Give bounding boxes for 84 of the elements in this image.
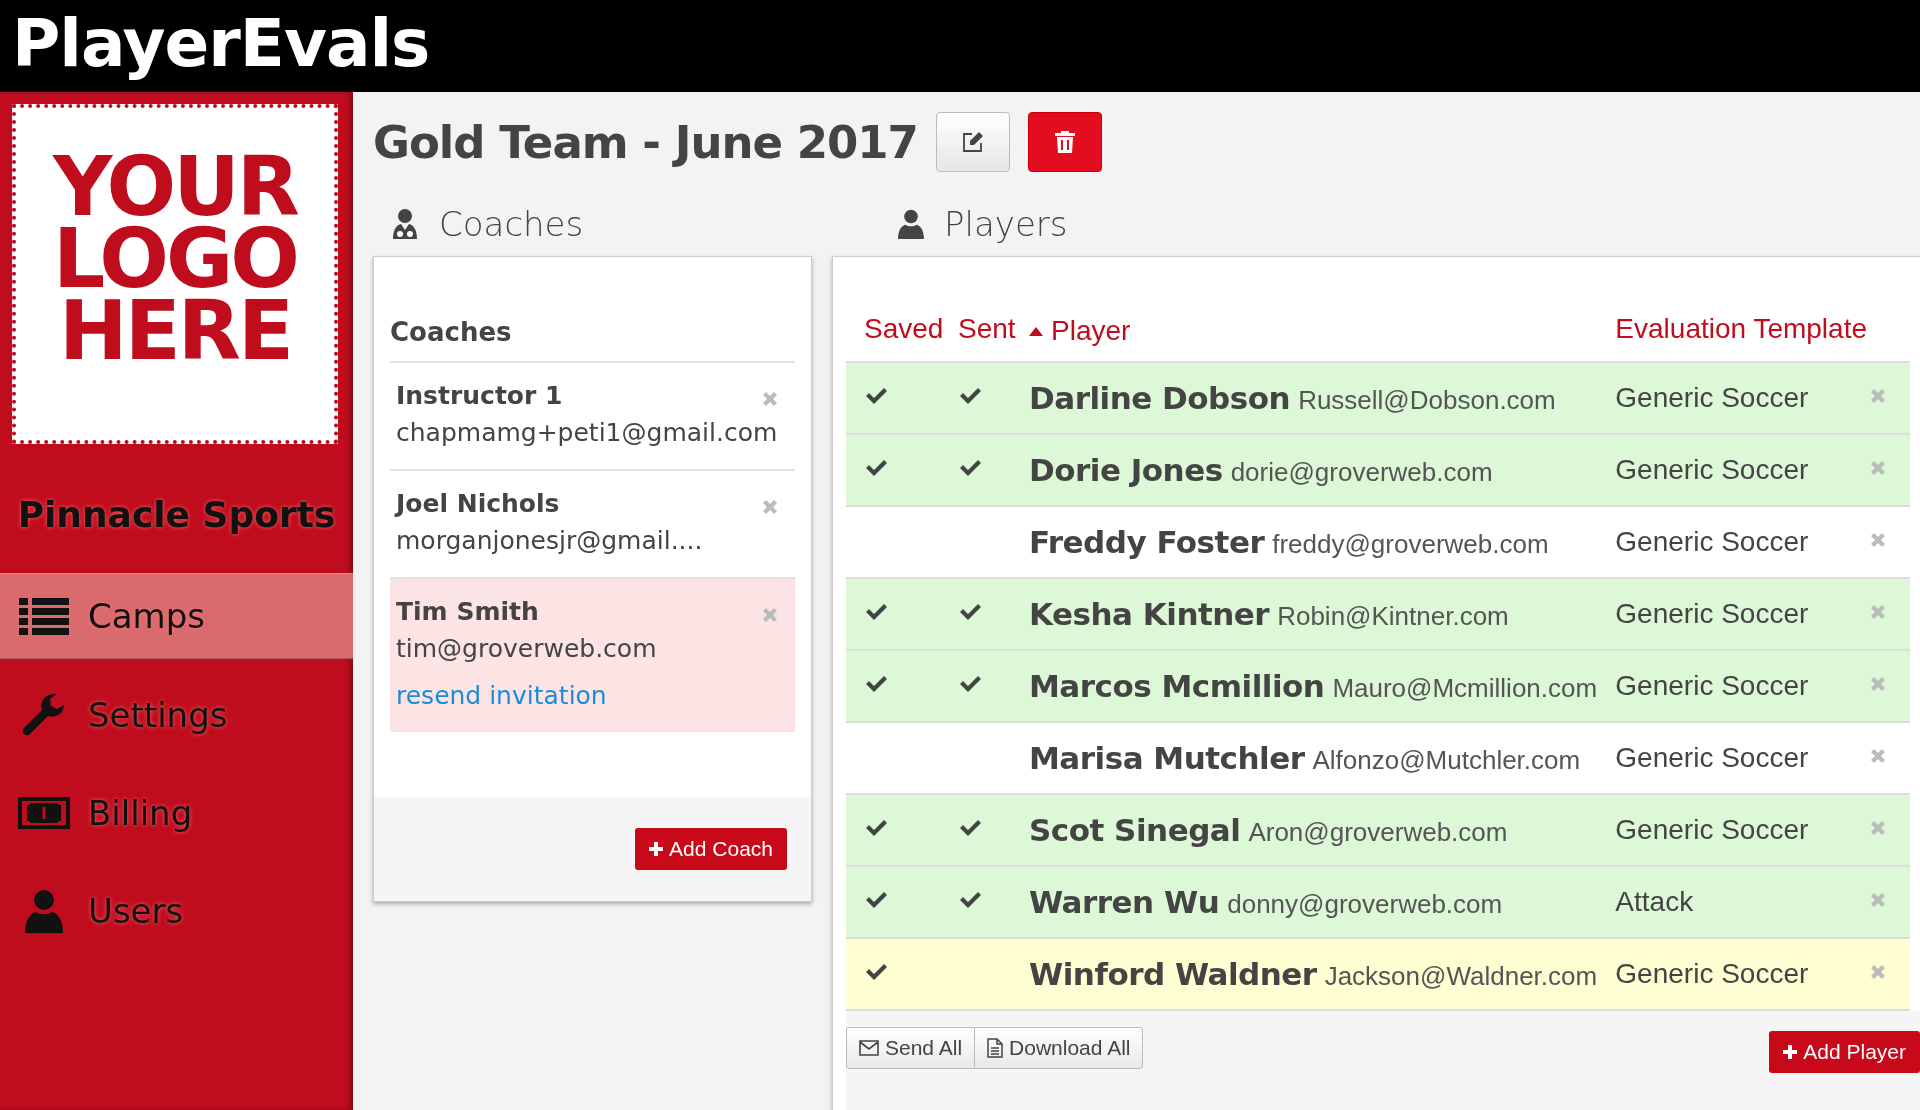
close-icon (1869, 603, 1887, 621)
list-heading: Coaches (390, 317, 795, 363)
template-name: Generic Soccer (1615, 670, 1809, 701)
add-coach-button[interactable]: Add Coach (635, 828, 787, 870)
player-email: donny@groverweb.com (1227, 889, 1503, 919)
banknote-icon (18, 795, 70, 831)
close-icon (1869, 747, 1887, 765)
player-name[interactable]: Darline Dobson (1029, 380, 1291, 416)
edit-button[interactable] (935, 112, 1010, 172)
user-icon (25, 889, 63, 933)
player-email: Alfonzo@Mutchler.com (1312, 745, 1581, 775)
section-heading: Players (944, 204, 1068, 244)
close-icon (761, 606, 779, 624)
sort-up-icon (1029, 326, 1043, 336)
player-name[interactable]: Kesha Kintner (1029, 596, 1270, 632)
remove-button[interactable] (1869, 603, 1887, 621)
remove-button[interactable] (1869, 963, 1887, 981)
plus-icon (1783, 1045, 1798, 1059)
coach-email: chapmamg+peti1@gmail.com (396, 418, 778, 447)
player-name[interactable]: Freddy Foster (1029, 524, 1265, 560)
player-email: Mauro@Mcmillion.com (1332, 673, 1598, 703)
list-icon (19, 596, 69, 636)
add-player-button[interactable]: Add Player (1769, 1031, 1920, 1073)
close-icon (1869, 531, 1887, 549)
remove-button[interactable] (1869, 819, 1887, 837)
remove-button[interactable] (1869, 459, 1887, 477)
remove-button[interactable] (1869, 747, 1887, 765)
nav-item[interactable]: Camps (0, 573, 353, 659)
remove-button[interactable] (1869, 387, 1887, 405)
template-name: Generic Soccer (1615, 742, 1809, 773)
organization-name: Pinnacle Sports (17, 494, 336, 535)
toolbar-button[interactable]: Send All (846, 1027, 976, 1069)
player-email: Robin@Kintner.com (1277, 601, 1509, 631)
close-icon (1869, 387, 1887, 405)
coach-name: Joel Nichols (396, 489, 560, 518)
player-email: Aron@groverweb.com (1248, 817, 1508, 847)
player-email: Russell@Dobson.com (1298, 385, 1556, 415)
player-name[interactable]: Winford Waldner (1029, 956, 1317, 992)
toolbar-button[interactable]: Download All (975, 1027, 1144, 1069)
player-email: dorie@groverweb.com (1230, 457, 1493, 487)
trash-icon (1054, 131, 1075, 153)
remove-button[interactable] (1869, 531, 1887, 549)
edit-icon (961, 131, 984, 153)
template-name: Attack (1615, 886, 1694, 917)
player-email: Jackson@Waldner.com (1324, 961, 1598, 991)
template-name: Generic Soccer (1615, 598, 1809, 629)
column-header[interactable]: Sent (958, 313, 1016, 345)
player-email: freddy@groverweb.com (1272, 529, 1549, 559)
remove-button[interactable] (1869, 891, 1887, 909)
player-name[interactable]: Marcos Mcmillion (1029, 668, 1325, 704)
close-icon (1869, 459, 1887, 477)
coach-name: Tim Smith (396, 597, 539, 626)
delete-button[interactable] (1027, 112, 1102, 172)
section-heading: Coaches (439, 204, 584, 244)
coach-name: Instructor 1 (396, 381, 563, 410)
template-name: Generic Soccer (1615, 454, 1809, 485)
column-header[interactable]: Player (1029, 315, 1131, 348)
template-name: Generic Soccer (1615, 814, 1809, 845)
close-icon (761, 498, 779, 516)
user-icon (898, 209, 924, 239)
player-name[interactable]: Dorie Jones (1029, 452, 1223, 488)
logo-text: YOUR LOGO HERE (52, 151, 298, 380)
template-name: Generic Soccer (1615, 958, 1809, 989)
document-icon (987, 1038, 1004, 1058)
player-name[interactable]: Warren Wu (1029, 884, 1220, 920)
close-icon (761, 390, 779, 408)
doctor-icon (391, 209, 419, 239)
player-name[interactable]: Scot Sinegal (1029, 812, 1241, 848)
close-icon (1869, 891, 1887, 909)
column-header[interactable]: Saved (864, 313, 944, 345)
close-icon (1869, 675, 1887, 693)
plus-icon (649, 842, 664, 856)
player-name[interactable]: Marisa Mutchler (1029, 740, 1305, 776)
coach-email: morganjonesjr@gmail.... (396, 526, 703, 555)
wrench-icon (21, 692, 67, 738)
envelope-icon (859, 1040, 879, 1056)
remove-button[interactable] (1869, 675, 1887, 693)
template-name: Generic Soccer (1615, 526, 1809, 557)
close-icon (1869, 963, 1887, 981)
close-icon (1869, 819, 1887, 837)
column-header[interactable]: Evaluation Template (1615, 313, 1867, 345)
template-name: Generic Soccer (1615, 382, 1809, 413)
coach-email: tim@groverweb.com (396, 634, 657, 663)
page-title: Gold Team - June 2017 (373, 115, 918, 169)
